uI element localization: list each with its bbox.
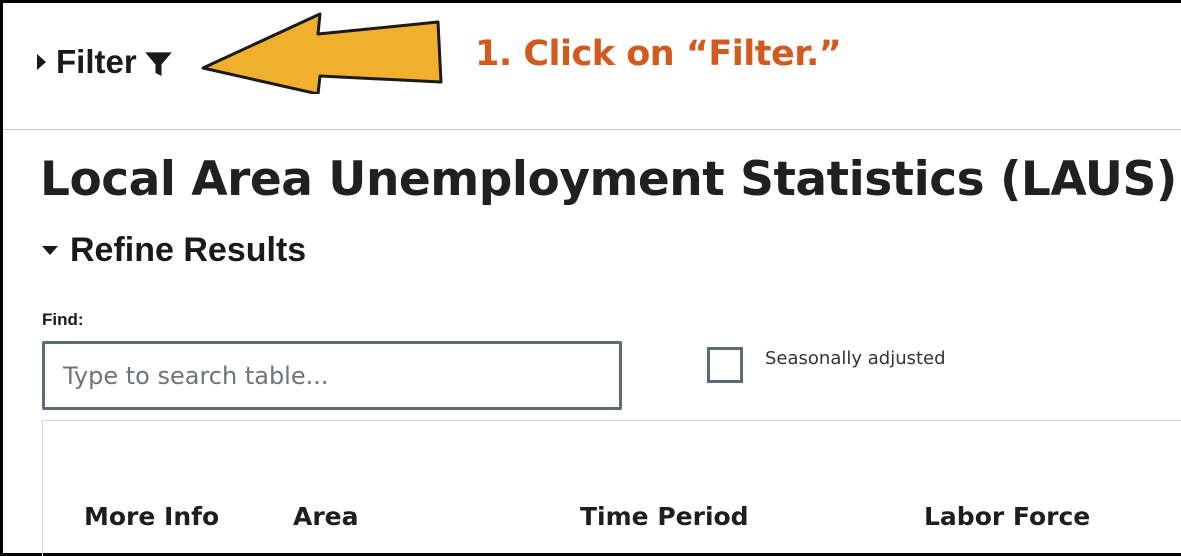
results-table bbox=[42, 420, 1181, 556]
column-header-more-info[interactable]: More Info bbox=[84, 502, 219, 531]
seasonally-adjusted-checkbox[interactable] bbox=[707, 347, 743, 383]
refine-results-label: Refine Results bbox=[70, 231, 307, 269]
annotation-text: 1. Click on “Filter.” bbox=[475, 34, 842, 74]
seasonally-adjusted-label: Seasonally adjusted bbox=[765, 348, 946, 369]
annotation-arrow-icon bbox=[201, 12, 443, 94]
funnel-icon bbox=[144, 51, 172, 76]
column-header-time-period[interactable]: Time Period bbox=[580, 502, 749, 531]
column-header-area[interactable]: Area bbox=[293, 502, 359, 531]
filter-toggle[interactable]: Filter bbox=[37, 42, 173, 82]
find-label: Find: bbox=[42, 310, 84, 329]
caret-down-icon bbox=[42, 245, 58, 255]
page-title: Local Area Unemployment Statistics (LAUS… bbox=[40, 152, 1177, 207]
refine-results-toggle[interactable]: Refine Results bbox=[42, 230, 306, 270]
filter-label: Filter bbox=[56, 43, 137, 80]
caret-right-icon bbox=[37, 54, 46, 70]
column-header-labor-force[interactable]: Labor Force bbox=[924, 502, 1090, 531]
search-input[interactable] bbox=[42, 341, 622, 410]
